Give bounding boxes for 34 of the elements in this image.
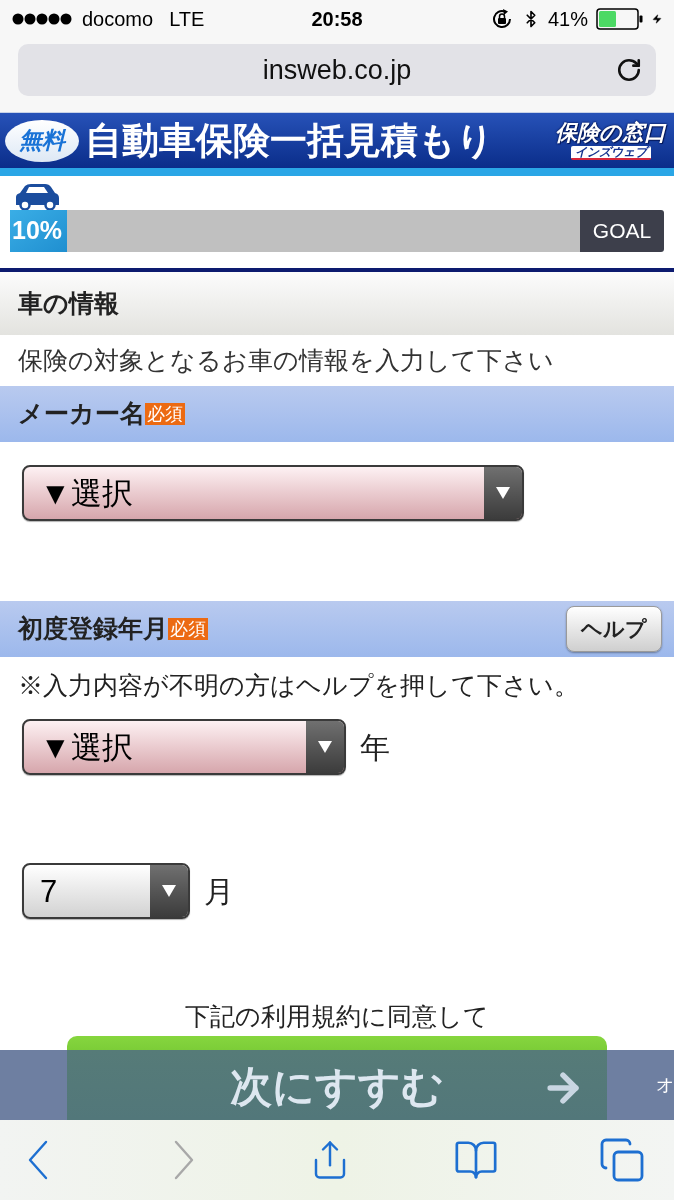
network-type: LTE	[169, 7, 205, 32]
field-label: メーカー名	[18, 398, 145, 430]
dropdown[interactable]: ▼選択	[22, 719, 346, 775]
free-badge: 無料	[5, 119, 79, 162]
chevron-right-icon	[174, 1140, 194, 1180]
progress-percent: 10%	[12, 215, 63, 247]
required-badge: 必須	[145, 403, 185, 425]
logo-title: 保険の窓口	[555, 121, 666, 144]
section-description: 保険の対象となるお車の情報を入力して下さい	[18, 344, 554, 376]
unit-label: 年	[360, 729, 390, 766]
address-field[interactable]: insweb.co.jp	[18, 44, 656, 96]
field-label: 初度登録年月	[18, 613, 168, 645]
reload-icon[interactable]	[616, 57, 642, 83]
carrier-name: docomo	[82, 7, 154, 32]
banner-title: 自動車保険一括見積もり	[85, 122, 494, 159]
clock-time: 20:58	[311, 7, 363, 32]
bottom-banner-text: オ	[656, 1073, 674, 1097]
section-title: 車の情報	[18, 287, 119, 319]
signal-dots-icon	[12, 13, 72, 25]
chevron-left-icon	[28, 1140, 48, 1180]
goal-label: GOAL	[580, 210, 664, 252]
url-text: insweb.co.jp	[262, 53, 412, 87]
help-button[interactable]: ヘルプ	[566, 606, 662, 652]
logo-subtitle: インズウェブ	[570, 145, 651, 160]
dropdown[interactable]: 7	[22, 863, 190, 919]
dropdown[interactable]: ▼選択	[22, 465, 524, 521]
battery-icon	[596, 8, 644, 30]
unit-label: 月	[204, 873, 234, 910]
field-note: ※入力内容が不明の方はヘルプを押して下さい。	[18, 671, 580, 701]
required-badge: 必須	[168, 618, 208, 640]
agreement-text: 下記の利用規約に同意して	[185, 1001, 489, 1031]
tabs-icon	[598, 1136, 646, 1184]
battery-percent: 41%	[547, 7, 588, 32]
next-button[interactable]: 次にすすむ	[67, 1036, 607, 1120]
